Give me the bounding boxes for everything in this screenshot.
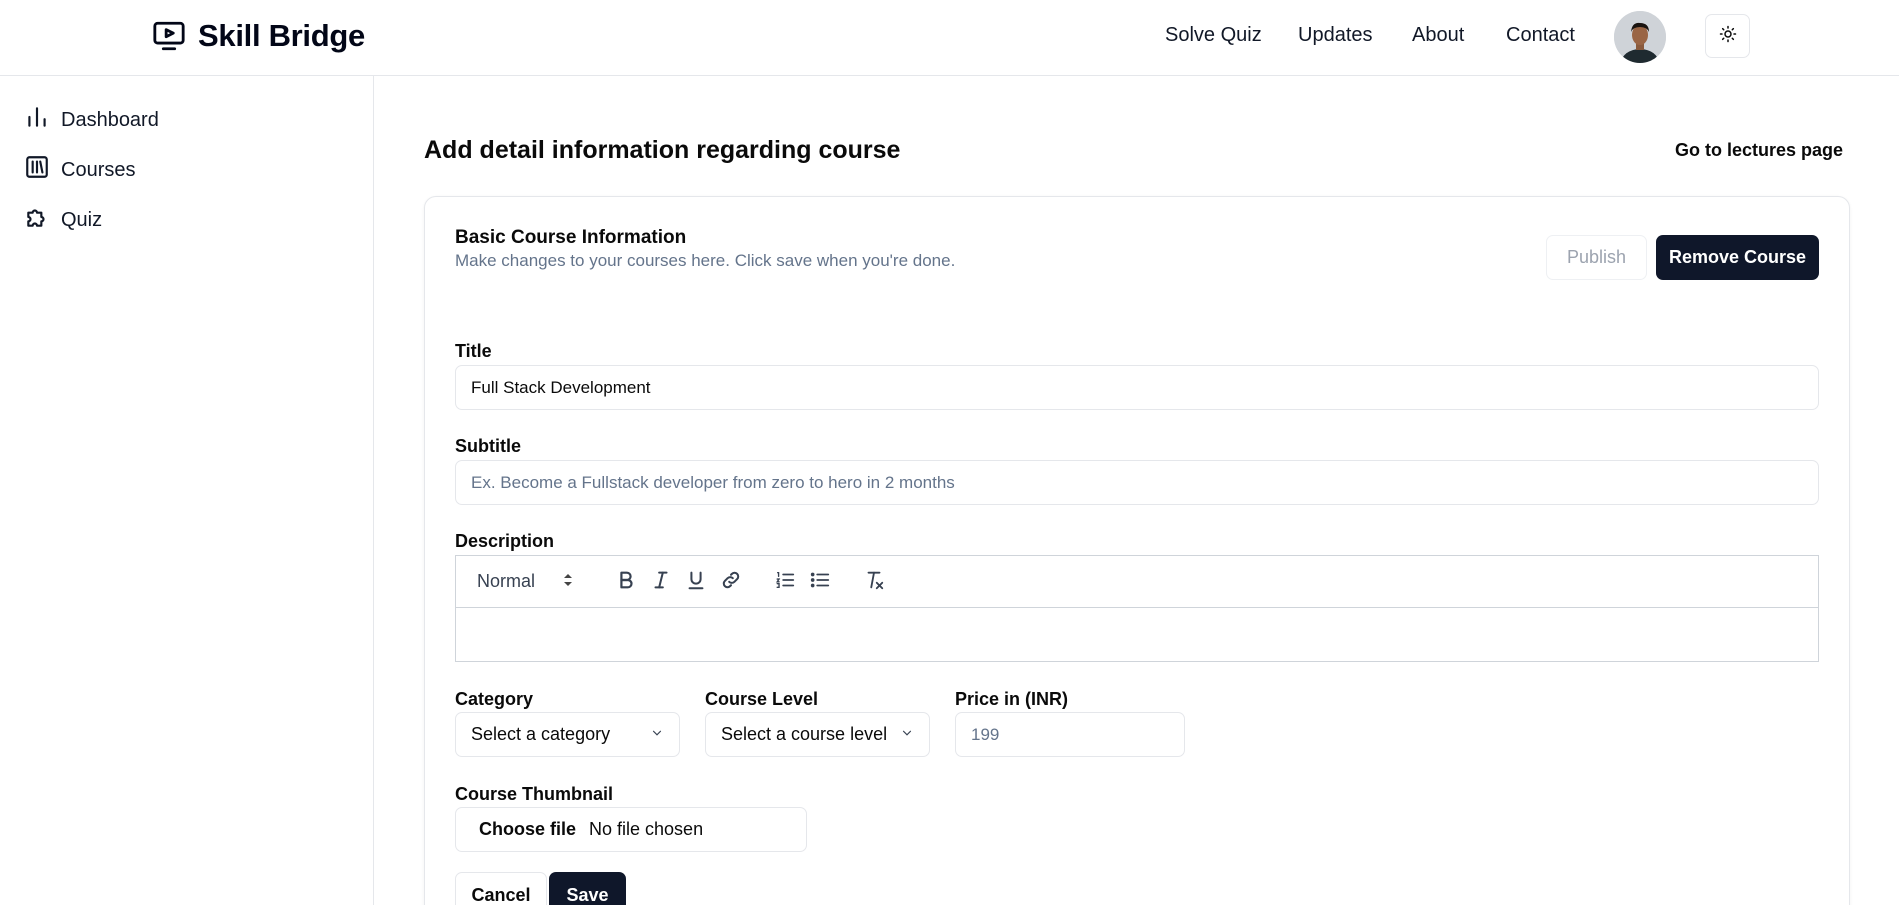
course-level-select[interactable]: Select a course level <box>705 712 930 757</box>
editor-content[interactable] <box>456 608 1818 662</box>
ordered-list-button[interactable] <box>773 570 797 594</box>
underline-button[interactable] <box>684 570 708 594</box>
theme-toggle-button[interactable] <box>1705 14 1750 58</box>
sidebar-item-quiz[interactable]: Quiz <box>24 204 102 236</box>
description-label: Description <box>455 531 555 551</box>
ordered-list-icon <box>774 569 796 596</box>
choose-file-button[interactable]: Choose file <box>479 819 576 840</box>
description-editor: Normal <box>455 555 1819 662</box>
brand-logo[interactable]: Skill Bridge <box>150 17 365 55</box>
nav-updates[interactable]: Updates <box>1298 24 1373 47</box>
brand-name: Skill Bridge <box>198 18 365 53</box>
italic-icon <box>650 569 672 596</box>
link-button[interactable] <box>719 570 743 594</box>
go-to-lectures-link[interactable]: Go to lectures page <box>1675 140 1843 161</box>
bullet-list-icon <box>809 569 831 596</box>
thumbnail-file-input[interactable]: Choose file No file chosen <box>455 807 807 852</box>
bar-chart-icon <box>24 104 50 136</box>
sun-icon <box>1719 25 1737 48</box>
course-info-card <box>424 196 1850 905</box>
library-icon <box>24 154 50 186</box>
save-button[interactable]: Save <box>549 872 626 905</box>
sidebar: Dashboard Courses Quiz <box>0 76 374 905</box>
nav-about[interactable]: About <box>1412 24 1464 47</box>
price-label: Price in (INR) <box>955 689 1069 709</box>
bold-icon <box>615 569 637 596</box>
sidebar-item-label: Quiz <box>61 208 103 231</box>
card-description: Make changes to your courses here. Click… <box>455 251 956 270</box>
category-select[interactable]: Select a category <box>455 712 680 757</box>
format-select-value: Normal <box>477 571 536 591</box>
thumbnail-label: Course Thumbnail <box>455 784 614 804</box>
nav-contact[interactable]: Contact <box>1506 24 1575 47</box>
title-input[interactable] <box>455 365 1819 410</box>
clear-format-icon <box>863 569 885 596</box>
underline-icon <box>685 569 707 596</box>
link-icon <box>720 569 742 596</box>
avatar[interactable] <box>1614 11 1666 63</box>
remove-course-button[interactable]: Remove Course <box>1656 235 1819 280</box>
file-status: No file chosen <box>589 819 704 839</box>
editor-toolbar: Normal <box>456 556 1818 608</box>
sidebar-item-courses[interactable]: Courses <box>24 154 135 186</box>
sidebar-item-label: Courses <box>61 158 136 181</box>
clear-format-button[interactable] <box>862 570 886 594</box>
chevron-down-icon <box>900 724 914 745</box>
cancel-button[interactable]: Cancel <box>455 872 547 905</box>
format-select[interactable]: Normal <box>477 571 573 592</box>
puzzle-icon <box>24 204 50 236</box>
bullet-list-button[interactable] <box>808 570 832 594</box>
updown-chevron-icon <box>563 571 573 592</box>
video-player-icon <box>150 17 188 55</box>
course-level-select-value: Select a course level <box>721 724 888 744</box>
subtitle-input[interactable] <box>455 460 1819 505</box>
price-input[interactable] <box>955 712 1185 757</box>
subtitle-label: Subtitle <box>455 436 521 456</box>
nav-solve-quiz[interactable]: Solve Quiz <box>1165 24 1262 47</box>
card-title: Basic Course Information <box>455 227 687 248</box>
bold-button[interactable] <box>614 570 638 594</box>
sidebar-item-dashboard[interactable]: Dashboard <box>24 104 159 136</box>
top-header: Skill Bridge Solve Quiz Updates About Co… <box>0 0 1899 76</box>
italic-button[interactable] <box>649 570 673 594</box>
sidebar-item-label: Dashboard <box>61 108 159 131</box>
title-label: Title <box>455 341 492 361</box>
course-level-label: Course Level <box>705 689 819 709</box>
category-select-value: Select a category <box>471 724 611 744</box>
publish-button[interactable]: Publish <box>1546 235 1647 280</box>
chevron-down-icon <box>650 724 664 745</box>
page-title: Add detail information regarding course <box>424 136 901 164</box>
category-label: Category <box>455 689 534 709</box>
